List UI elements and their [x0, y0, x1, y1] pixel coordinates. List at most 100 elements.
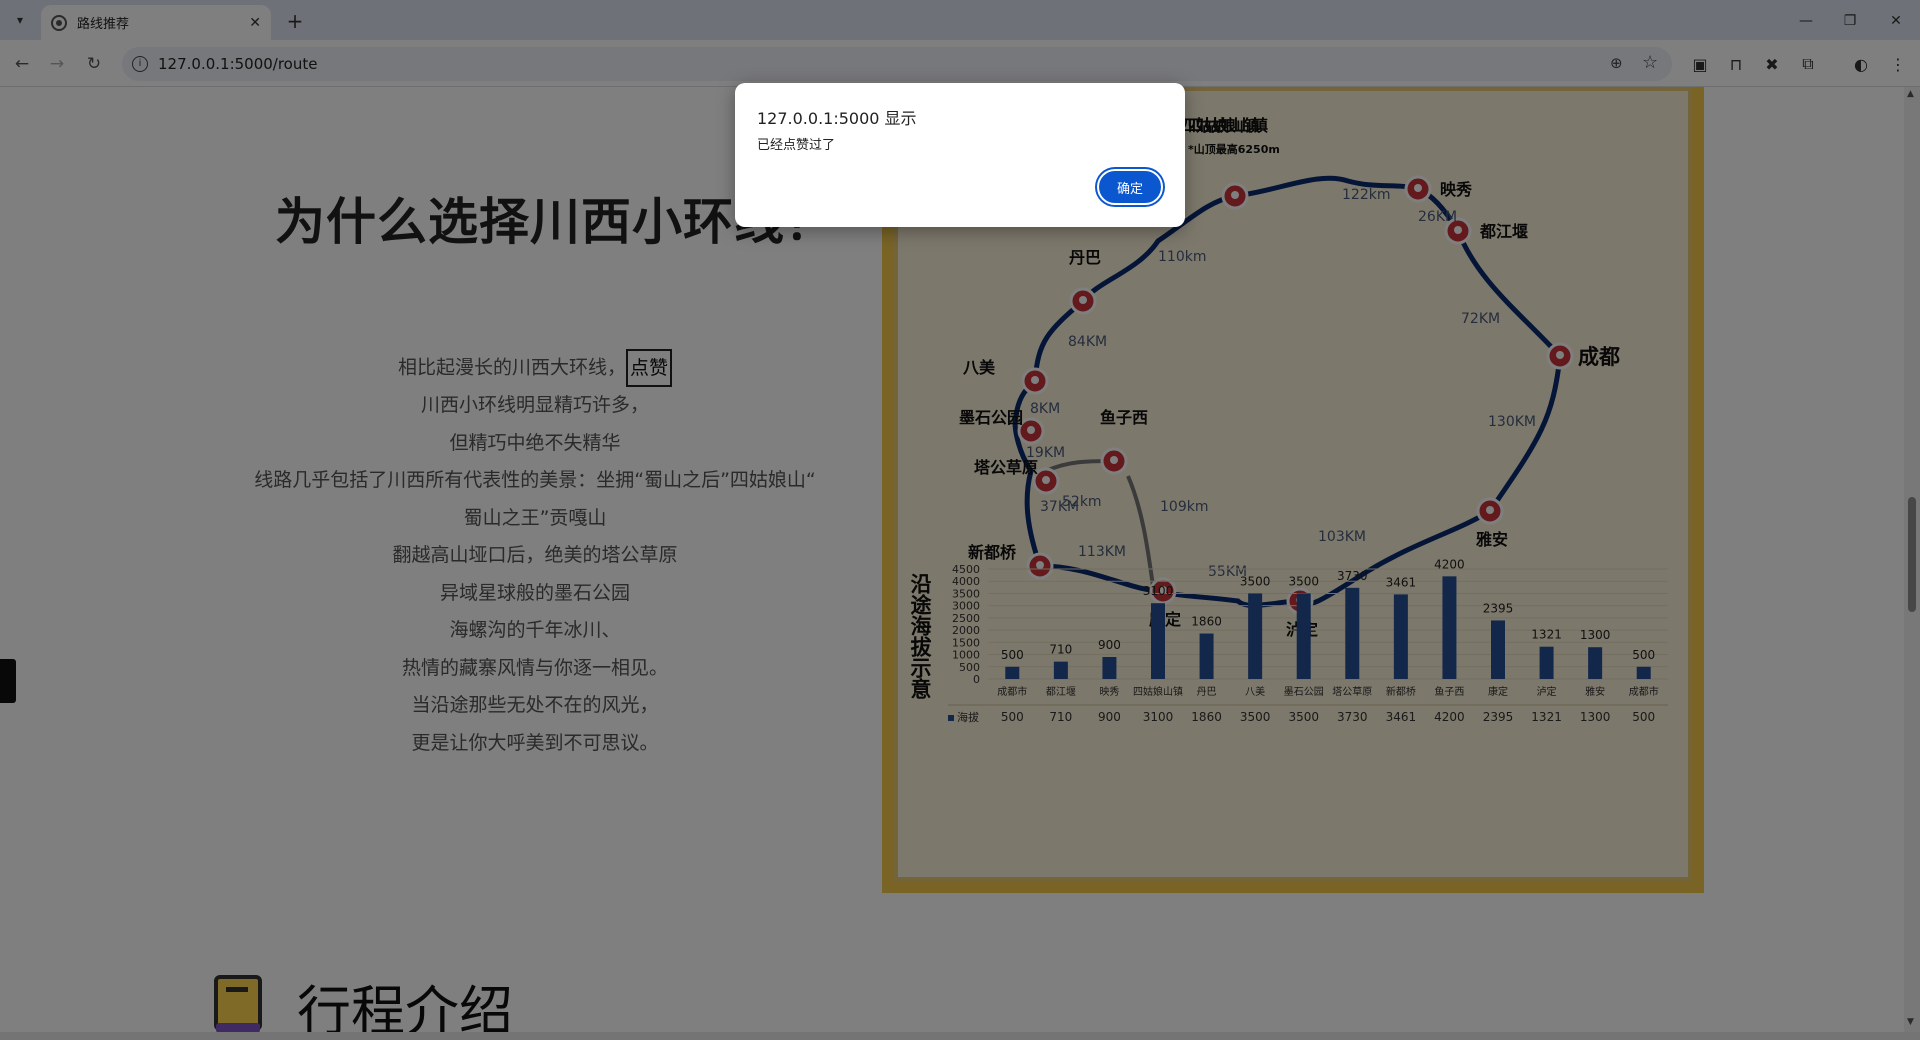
map-stop-label: 成都 [1578, 345, 1620, 369]
map-stop-label: 墨石公园 [959, 408, 1023, 427]
bar-value-label: 1860 [1191, 615, 1222, 629]
new-tab-icon[interactable]: + [282, 8, 308, 34]
dialog-message: 已经点赞过了 [757, 138, 836, 153]
minimize-icon[interactable]: — [1786, 8, 1826, 34]
tab-strip: ▾ 路线推荐 ✕ + — ❐ ✕ [0, 0, 1920, 40]
forward-icon[interactable]: → [43, 50, 71, 78]
page-viewport: 为什么选择川西小环线？ 相比起漫长的川西大环线， 点赞 川西小环线明显精巧许多， … [0, 87, 1904, 1032]
paragraph-line: 异域星球般的墨石公园 [439, 581, 630, 604]
y-tick-label: 1500 [952, 636, 980, 649]
profile-avatar-icon[interactable]: ◐ [1849, 52, 1873, 76]
page-scrollbar[interactable]: ▲ ▼ [1904, 87, 1920, 1032]
table-value-cell: 3500 [1288, 710, 1319, 724]
map-stop-label: 丹巴 [1069, 248, 1101, 267]
bookmark-icon[interactable]: ⊓ [1724, 52, 1748, 76]
paragraph-line: 当沿途那些无处不在的风光， [411, 694, 659, 716]
map-stop-label: 雅安 [1475, 530, 1508, 549]
x-tick-label: 丹巴 [1197, 686, 1217, 698]
x-tick-label: 雅安 [1585, 685, 1605, 698]
map-distance-label: 84KM [1068, 334, 1107, 350]
scroll-down-icon[interactable]: ▼ [1907, 1017, 1914, 1027]
map-stop-label: 都江堰 [1479, 222, 1528, 241]
site-info-icon[interactable]: i [132, 56, 148, 72]
table-value-cell: 4200 [1434, 710, 1465, 724]
extension-icon[interactable]: ▣ [1688, 52, 1712, 76]
legend-label: 海拔 [957, 710, 979, 724]
x-tick-label: 康定 [1488, 685, 1508, 698]
like-button[interactable]: 点赞 [626, 349, 673, 387]
elevation-bar [1539, 646, 1554, 679]
elevation-bar [1053, 661, 1068, 679]
table-value-cell: 2395 [1483, 710, 1514, 724]
paragraph-line: 翻越高山垭口后，绝美的塔公草原 [392, 544, 678, 566]
map-distance-label: 113KM [1078, 544, 1126, 560]
table-value-cell: 3730 [1337, 710, 1368, 724]
map-distance-label: 109km [1160, 499, 1208, 515]
url-text: 127.0.0.1:5000/route [158, 55, 318, 73]
x-tick-label: 四姑娘山镇 [1133, 685, 1183, 698]
paragraph-line: 但精巧中绝不失精华 [449, 431, 621, 454]
tools-icon[interactable]: ✖ [1760, 52, 1784, 76]
map-title: 四姑娘山镇 [1188, 116, 1268, 135]
book-icon [214, 975, 262, 1032]
map-stop-label: 新都桥 [968, 543, 1017, 562]
x-tick-label: 成都市 [1629, 685, 1659, 698]
bar-value-label: 500 [1001, 648, 1024, 662]
map-subtitle: *山顶最高6250m [1188, 142, 1280, 156]
map-marker-dot [1110, 456, 1118, 464]
back-icon[interactable]: ← [8, 50, 36, 78]
scroll-thumb[interactable] [1908, 497, 1916, 612]
map-distance-label: 52km [1062, 494, 1102, 510]
map-marker-dot [1486, 506, 1494, 514]
map-stop-label: 八美 [962, 358, 996, 377]
bar-value-label: 3461 [1386, 575, 1417, 589]
table-value-cell: 1860 [1191, 710, 1222, 724]
table-value-cell: 900 [1098, 710, 1121, 724]
table-value-cell: 1300 [1580, 710, 1611, 724]
bar-value-label: 2395 [1483, 601, 1514, 615]
menu-icon[interactable]: ⋮ [1886, 52, 1910, 76]
paragraph-line: 川西小环线明显精巧许多， [420, 394, 649, 416]
x-tick-label: 新都桥 [1386, 685, 1416, 698]
x-tick-label: 墨石公园 [1284, 686, 1324, 698]
map-distance-label: 19KM [1026, 445, 1065, 461]
ok-button[interactable]: 确定 [1097, 169, 1163, 205]
x-tick-label: 泸定 [1537, 685, 1557, 698]
map-stop-label: 鱼子西 [1100, 408, 1148, 427]
y-tick-label: 2500 [952, 612, 980, 625]
map-marker-dot [1036, 561, 1044, 569]
map-distance-label: 72KM [1461, 311, 1500, 327]
bar-value-label: 1300 [1580, 628, 1611, 642]
y-tick-label: 4000 [952, 575, 980, 588]
zoom-icon[interactable]: ⊕ [1610, 54, 1623, 72]
bar-value-label: 500 [1632, 648, 1655, 662]
elevation-bar [1248, 593, 1263, 679]
paragraph-line: 热情的藏寨风情与你逐一相见。 [401, 656, 668, 679]
tab-route[interactable]: 路线推荐 ✕ [41, 5, 271, 40]
table-value-cell: 3500 [1240, 710, 1271, 724]
table-value-cell: 500 [1632, 710, 1655, 724]
globe-icon [51, 14, 67, 31]
reload-icon[interactable]: ↻ [80, 50, 108, 78]
elevation-bar [1102, 657, 1117, 679]
tab-search-icon[interactable]: ▾ [6, 8, 34, 32]
restore-icon[interactable]: ❐ [1830, 8, 1870, 34]
alert-dialog: 127.0.0.1:5000 显示 已经点赞过了 确定 [735, 83, 1185, 227]
legend-swatch [948, 715, 954, 721]
map-distance-label: 103KM [1318, 529, 1366, 545]
puzzle-icon[interactable]: ⧉ [1796, 52, 1820, 76]
paragraph-line: 线路几乎包括了川西所有代表性的美景：坐拥“蜀山之后”四姑娘山“ [254, 469, 816, 491]
map-marker-dot [1556, 351, 1564, 359]
elevation-bar [1442, 576, 1457, 679]
close-tab-icon[interactable]: ✕ [249, 15, 261, 31]
address-bar[interactable]: i 127.0.0.1:5000/route ⊕ ☆ [122, 47, 1672, 81]
table-value-cell: 1321 [1531, 710, 1562, 724]
dialog-title: 127.0.0.1:5000 显示 [757, 109, 917, 128]
map-marker-dot [1454, 226, 1462, 234]
table-value-cell: 3100 [1143, 710, 1174, 724]
side-widget-tab[interactable] [0, 659, 16, 703]
x-tick-label: 塔公草原 [1332, 685, 1372, 698]
bookmark-star-icon[interactable]: ☆ [1642, 52, 1658, 73]
scroll-up-icon[interactable]: ▲ [1907, 89, 1914, 99]
close-window-icon[interactable]: ✕ [1876, 8, 1916, 34]
